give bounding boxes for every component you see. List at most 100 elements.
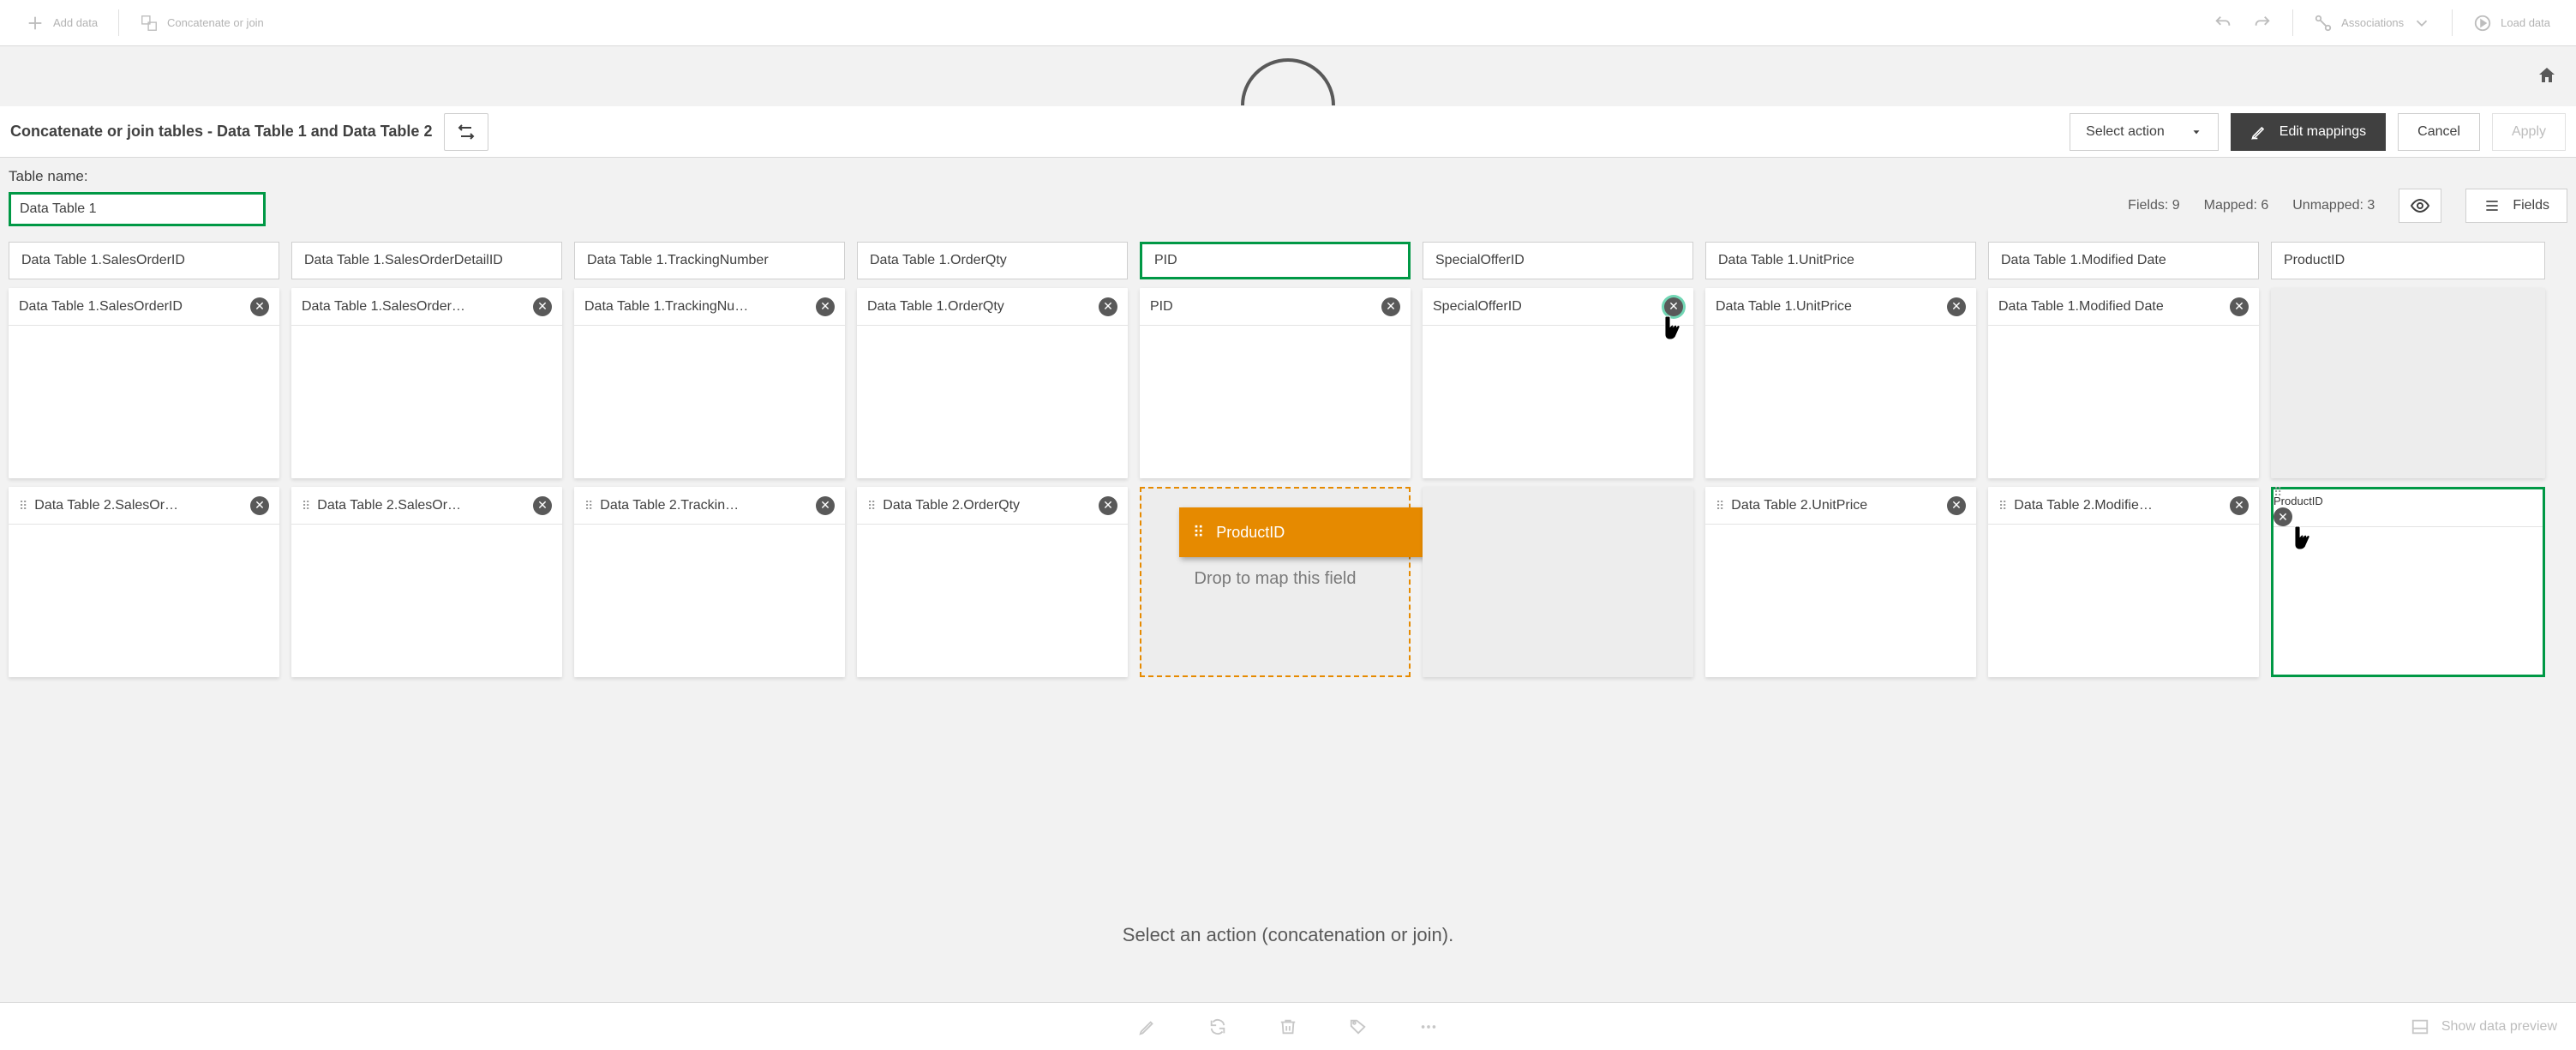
field-pill[interactable]: PID ✕: [1140, 288, 1411, 326]
edit-mappings-button[interactable]: Edit mappings: [2231, 113, 2386, 151]
cancel-button[interactable]: Cancel: [2398, 113, 2480, 151]
tables-icon: [140, 14, 159, 33]
dragging-field-chip[interactable]: ⠿ ProductID: [1179, 507, 1433, 557]
drag-handle-icon[interactable]: ⠿: [1998, 503, 2005, 508]
table-name-label: Table name:: [9, 168, 266, 185]
field-pill[interactable]: Data Table 1.Modified Date ✕: [1988, 288, 2259, 326]
associations-label: Associations: [2341, 16, 2404, 29]
panel-header: Concatenate or join tables - Data Table …: [0, 106, 2576, 158]
trash-icon[interactable]: [1279, 1017, 1297, 1036]
bubble-view-tab[interactable]: [0, 46, 2576, 106]
bottom-field-box: ⠿ Data Table 2.SalesOr… ✕: [9, 487, 279, 677]
eye-icon: [2410, 195, 2430, 216]
column-header[interactable]: SpecialOfferID: [1423, 242, 1693, 279]
bottom-field-box: ⠿ Data Table 2.UnitPrice ✕: [1705, 487, 1976, 677]
field-pill[interactable]: Data Table 1.OrderQty ✕: [857, 288, 1128, 326]
remove-field-icon[interactable]: ✕: [2273, 507, 2292, 526]
fields-menu-button[interactable]: Fields: [2465, 189, 2567, 223]
redo-button[interactable]: [2243, 0, 2282, 45]
remove-field-icon[interactable]: ✕: [1947, 496, 1966, 515]
bottom-field-box: ⠿ Data Table 2.Modifie… ✕: [1988, 487, 2259, 677]
field-pill[interactable]: ⠿ Data Table 2.UnitPrice ✕: [1705, 487, 1976, 525]
drag-handle-icon[interactable]: ⠿: [867, 503, 874, 508]
field-pill[interactable]: ⠿ Data Table 2.SalesOr… ✕: [9, 487, 279, 525]
drag-handle-icon[interactable]: ⠿: [1716, 503, 1722, 508]
remove-field-icon[interactable]: ✕: [2230, 297, 2249, 316]
top-field-box-empty[interactable]: [2271, 288, 2545, 478]
visibility-toggle-button[interactable]: [2399, 189, 2441, 223]
remove-field-icon[interactable]: ✕: [250, 297, 269, 316]
undo-button[interactable]: [2203, 0, 2243, 45]
table-name-input[interactable]: [9, 192, 266, 226]
mapping-column-pid: PID PID ✕ ⠿ ProductID Drop to map this f…: [1140, 242, 1411, 677]
cancel-label: Cancel: [2417, 124, 2460, 140]
concat-join-button[interactable]: Concatenate or join: [129, 0, 274, 45]
refresh-icon[interactable]: [1208, 1017, 1227, 1036]
remove-field-icon[interactable]: ✕: [533, 297, 552, 316]
drag-handle-icon[interactable]: ⠿: [19, 503, 26, 508]
drag-handle-icon[interactable]: ⠿: [302, 503, 309, 508]
more-icon[interactable]: [1419, 1017, 1438, 1036]
remove-field-icon[interactable]: ✕: [533, 496, 552, 515]
remove-field-icon[interactable]: ✕: [1664, 297, 1683, 316]
field-pill[interactable]: SpecialOfferID ✕: [1423, 288, 1693, 326]
field-pill-label: Data Table 2.SalesOr…: [317, 498, 524, 513]
field-pill[interactable]: ⠿ ProductID ✕: [2273, 489, 2543, 527]
drop-zone[interactable]: ⠿ ProductID Drop to map this field: [1140, 487, 1411, 677]
field-pill[interactable]: ⠿ Data Table 2.SalesOr… ✕: [291, 487, 562, 525]
swap-icon: [456, 122, 476, 142]
field-pill[interactable]: Data Table 1.TrackingNu… ✕: [574, 288, 845, 326]
associations-icon: [2314, 14, 2333, 33]
bottom-field-box-empty[interactable]: [1423, 487, 1693, 677]
remove-field-icon[interactable]: ✕: [2230, 496, 2249, 515]
column-header[interactable]: ProductID: [2271, 242, 2545, 279]
swap-tables-button[interactable]: [444, 113, 488, 151]
home-button[interactable]: [2537, 65, 2557, 88]
top-toolbar: Add data Concatenate or join Association…: [0, 0, 2576, 46]
dragging-chip-label: ProductID: [1216, 524, 1285, 542]
remove-field-icon[interactable]: ✕: [816, 496, 835, 515]
drag-handle-icon[interactable]: ⠿: [584, 503, 591, 508]
associations-button[interactable]: Associations: [2303, 0, 2441, 45]
column-header[interactable]: Data Table 1.TrackingNumber: [574, 242, 845, 279]
column-header-label: Data Table 1.SalesOrderDetailID: [304, 253, 503, 268]
remove-field-icon[interactable]: ✕: [250, 496, 269, 515]
bottom-field-box: ⠿ Data Table 2.SalesOr… ✕: [291, 487, 562, 677]
column-header[interactable]: Data Table 1.UnitPrice: [1705, 242, 1976, 279]
select-action-dropdown[interactable]: Select action: [2070, 113, 2219, 151]
column-header[interactable]: Data Table 1.SalesOrderDetailID: [291, 242, 562, 279]
field-pill[interactable]: ⠿ Data Table 2.Modifie… ✕: [1988, 487, 2259, 525]
remove-field-icon[interactable]: ✕: [1947, 297, 1966, 316]
column-header[interactable]: PID: [1140, 242, 1411, 279]
field-pill-label: Data Table 2.Modifie…: [2014, 498, 2221, 513]
apply-button[interactable]: Apply: [2492, 113, 2566, 151]
field-pill[interactable]: ⠿ Data Table 2.Trackin… ✕: [574, 487, 845, 525]
field-pill[interactable]: Data Table 1.SalesOrderID ✕: [9, 288, 279, 326]
add-data-button[interactable]: Add data: [15, 0, 108, 45]
tag-icon[interactable]: [1349, 1017, 1368, 1036]
drag-handle-icon: ⠿: [1193, 524, 1204, 542]
unmapped-count: Unmapped: 3: [2292, 198, 2375, 213]
show-preview-toggle[interactable]: Show data preview: [2411, 1017, 2557, 1036]
undo-icon: [2214, 14, 2232, 33]
remove-field-icon[interactable]: ✕: [816, 297, 835, 316]
field-pill[interactable]: Data Table 1.SalesOrder… ✕: [291, 288, 562, 326]
column-header-label: ProductID: [2284, 253, 2345, 268]
remove-field-icon[interactable]: ✕: [1381, 297, 1400, 316]
subheader: Table name: Fields: 9 Mapped: 6 Unmapped…: [0, 158, 2576, 226]
top-field-box: SpecialOfferID ✕: [1423, 288, 1693, 478]
column-header[interactable]: Data Table 1.OrderQty: [857, 242, 1128, 279]
load-data-button[interactable]: Load data: [2463, 0, 2561, 45]
redo-icon: [2253, 14, 2272, 33]
field-pill[interactable]: Data Table 1.UnitPrice ✕: [1705, 288, 1976, 326]
field-pill[interactable]: ⠿ Data Table 2.OrderQty ✕: [857, 487, 1128, 525]
toolbar-separator: [2452, 9, 2453, 37]
remove-field-icon[interactable]: ✕: [1099, 297, 1117, 316]
column-header-label: Data Table 1.TrackingNumber: [587, 253, 769, 268]
remove-field-icon[interactable]: ✕: [1099, 496, 1117, 515]
column-header[interactable]: Data Table 1.Modified Date: [1988, 242, 2259, 279]
column-header[interactable]: Data Table 1.SalesOrderID: [9, 242, 279, 279]
bottom-field-box[interactable]: ⠿ ProductID ✕: [2271, 487, 2545, 677]
field-pill-label: Data Table 2.UnitPrice: [1731, 498, 1938, 513]
pencil-icon[interactable]: [1138, 1017, 1157, 1036]
